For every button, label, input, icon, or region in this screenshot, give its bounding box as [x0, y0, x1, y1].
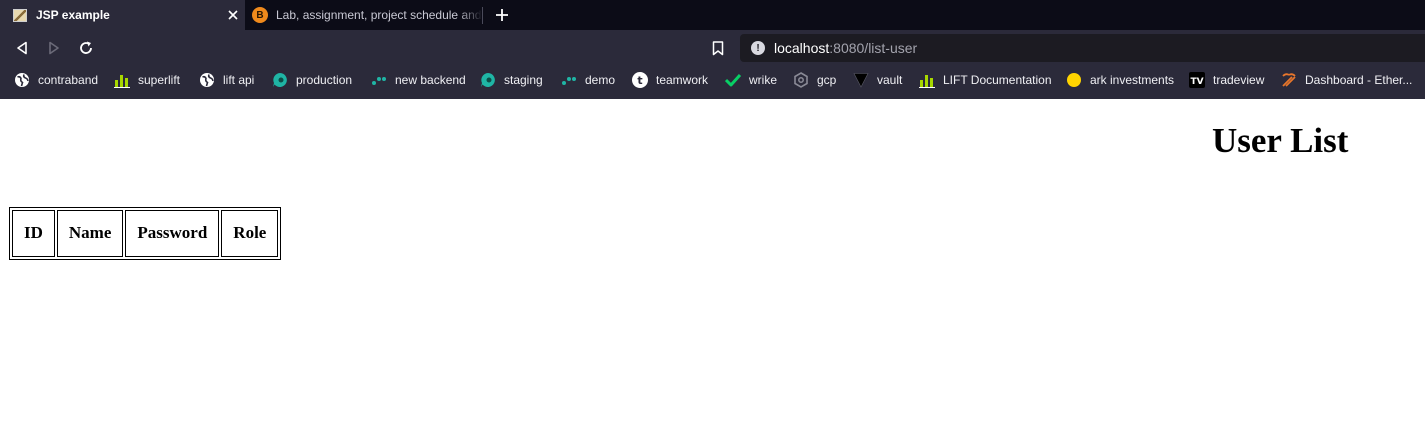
- tab-jsp-example[interactable]: JSP example: [0, 0, 245, 30]
- svg-text:TV: TV: [1190, 77, 1203, 87]
- bookmark-dashboard-ether[interactable]: Dashboard - Ether...: [1281, 65, 1412, 95]
- user-table: ID Name Password Role: [9, 207, 282, 260]
- column-header-id: ID: [12, 210, 55, 257]
- tradingview-icon: TV: [1189, 72, 1205, 88]
- bookmark-label: wrike: [749, 73, 778, 87]
- address-bar[interactable]: ! localhost:8080/list-user: [740, 34, 1425, 62]
- bookmark-page-button[interactable]: [708, 37, 728, 59]
- dots-icon: [371, 72, 387, 88]
- tab-lab-schedule[interactable]: B Lab, assignment, project schedule and: [245, 0, 483, 30]
- bookmark-teamwork[interactable]: t teamwork: [632, 65, 708, 95]
- bookmark-label: teamwork: [656, 73, 709, 87]
- teamwork-icon: t: [632, 72, 648, 88]
- bookmark-label: contraband: [38, 73, 99, 87]
- teal-bubble-icon: [272, 72, 288, 88]
- forward-arrow-icon: [49, 41, 59, 55]
- bookmark-tradeview[interactable]: TV tradeview: [1189, 65, 1264, 95]
- reload-button[interactable]: [75, 37, 97, 59]
- site-info-icon[interactable]: !: [751, 41, 765, 55]
- hammer-pick-icon: [1281, 72, 1297, 88]
- dots-icon: [561, 72, 577, 88]
- forward-button[interactable]: [43, 37, 65, 59]
- bookmark-label: gcp: [817, 73, 837, 87]
- bookmark-superlift[interactable]: superlift: [114, 65, 180, 95]
- reload-icon: [80, 41, 92, 54]
- close-icon[interactable]: [225, 7, 241, 23]
- bookmark-label: superlift: [138, 73, 181, 87]
- gear-icon: [793, 72, 809, 88]
- bookmark-new-backend[interactable]: new backend: [371, 65, 466, 95]
- globe-icon: [14, 72, 30, 88]
- bookmark-production[interactable]: production: [272, 65, 352, 95]
- bookmark-label: new backend: [395, 73, 466, 87]
- check-icon: [725, 72, 741, 88]
- new-tab-button[interactable]: [492, 5, 512, 25]
- bookmark-icon: [712, 40, 724, 55]
- jsp-favicon-icon: [13, 8, 27, 22]
- bookmark-label: LIFT Documentation: [943, 73, 1052, 87]
- bookmark-ark-investments[interactable]: ark investments: [1066, 65, 1174, 95]
- bookmark-label: production: [296, 73, 353, 87]
- lift-logo-icon: [919, 72, 935, 88]
- url-text: localhost:8080/list-user: [774, 40, 917, 56]
- bookmark-staging[interactable]: staging: [480, 65, 543, 95]
- page-title: User List: [1212, 121, 1349, 160]
- lift-logo-icon: [114, 72, 130, 88]
- tab-divider: [482, 7, 483, 24]
- bookmark-label: Dashboard - Ether...: [1305, 73, 1413, 87]
- bookmark-wrike[interactable]: wrike: [725, 65, 777, 95]
- bookmark-label: vault: [877, 73, 903, 87]
- bitcoin-favicon-icon: B: [252, 7, 268, 23]
- column-header-password: Password: [125, 210, 220, 257]
- tab-strip: JSP example B Lab, assignment, project s…: [0, 0, 1425, 30]
- svg-text:t: t: [637, 74, 642, 87]
- bookmark-label: tradeview: [1213, 73, 1265, 87]
- bookmark-vault[interactable]: vault: [853, 65, 902, 95]
- column-header-name: Name: [56, 210, 124, 257]
- url-host: localhost: [774, 40, 830, 56]
- yellow-circle-icon: [1066, 72, 1082, 88]
- bookmark-label: lift api: [223, 73, 255, 87]
- plus-icon: [496, 9, 508, 21]
- bookmark-label: ark investments: [1090, 73, 1175, 87]
- tab-label: JSP example: [36, 8, 110, 22]
- teal-bubble-icon: [480, 72, 496, 88]
- back-arrow-icon: [17, 41, 27, 55]
- bookmark-label: staging: [504, 73, 543, 87]
- bookmark-lift-api[interactable]: lift api: [199, 65, 254, 95]
- url-path: :8080/list-user: [829, 40, 918, 56]
- bookmark-lift-documentation[interactable]: LIFT Documentation: [919, 65, 1052, 95]
- bookmark-contraband[interactable]: contraband: [14, 65, 98, 95]
- bookmark-gcp[interactable]: gcp: [793, 65, 836, 95]
- back-button[interactable]: [11, 37, 33, 59]
- globe-icon: [199, 72, 215, 88]
- page-content: User List ID Name Password Role: [0, 99, 1425, 447]
- bookmark-demo[interactable]: demo: [561, 65, 615, 95]
- bookmark-label: demo: [585, 73, 616, 87]
- column-header-role: Role: [221, 210, 279, 257]
- table-header-row: ID Name Password Role: [12, 210, 279, 257]
- tab-label: Lab, assignment, project schedule and: [276, 8, 482, 22]
- navigation-toolbar: ! localhost:8080/list-user: [0, 30, 1425, 65]
- triangle-icon: [853, 72, 869, 88]
- bookmarks-bar: contraband superlift lift api production…: [0, 65, 1425, 99]
